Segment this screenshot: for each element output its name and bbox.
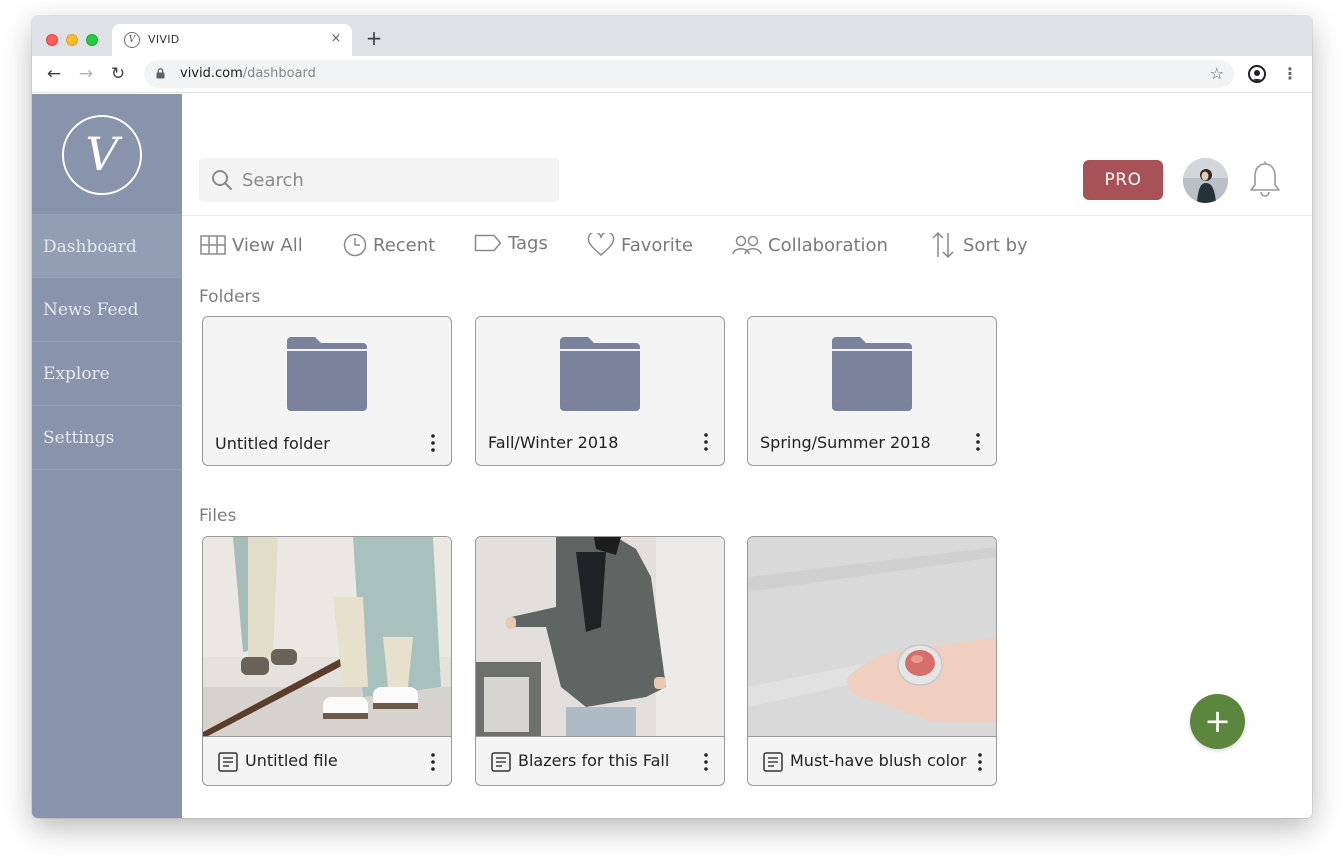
filter-label: View All [232,234,303,256]
browser-toolbar: ← → ↻ vivid.com/dashboard ☆ ⋮ [32,56,1312,93]
sidebar-item-dashboard[interactable]: Dashboard [32,214,182,278]
filter-label: Collaboration [768,234,888,256]
zoom-window-button[interactable] [86,34,98,46]
document-icon [491,752,511,772]
sidebar-item-settings[interactable]: Settings [32,406,182,470]
vivid-logo[interactable]: V [62,115,142,195]
folder-icon [832,337,912,411]
file-thumbnail [476,537,724,736]
more-options-icon[interactable] [698,432,714,452]
filter-label: Favorite [621,234,693,256]
browser-tab[interactable]: V VIVID × [112,24,352,56]
people-icon [732,235,762,255]
document-icon [763,752,783,772]
url-text: vivid.com/dashboard [180,66,316,81]
main-content: Search PRO View All Recent Tags Favorite… [182,94,1312,818]
forward-button[interactable]: → [76,64,96,84]
close-window-button[interactable] [46,34,58,46]
folder-card[interactable]: Untitled folder [202,316,452,466]
browser-menu-icon[interactable]: ⋮ [1282,64,1298,84]
folder-name: Spring/Summer 2018 [760,433,931,452]
file-name: Untitled file [245,751,338,770]
sidebar: V Dashboard News Feed Explore Settings [32,94,182,818]
header-divider [182,215,1312,216]
grid-icon [200,235,226,255]
tab-title: VIVID [148,33,180,46]
folders-heading: Folders [199,287,261,307]
sidebar-item-explore[interactable]: Explore [32,342,182,406]
tab-close-icon[interactable]: × [328,31,344,47]
folder-name: Untitled folder [215,434,330,453]
search-placeholder: Search [242,170,304,191]
browser-profile-icon[interactable] [1248,65,1266,83]
clock-icon [343,233,367,257]
sidebar-item-news-feed[interactable]: News Feed [32,278,182,342]
document-icon [218,752,238,772]
file-card[interactable]: Must-have blush color [747,536,997,786]
filter-bar: View All Recent Tags Favorite Collaborat… [200,230,1100,260]
file-card[interactable]: Untitled file [202,536,452,786]
filter-tags[interactable]: Tags [474,228,548,258]
more-options-icon[interactable] [698,752,714,772]
folder-icon [560,337,640,411]
url-path: /dashboard [242,66,316,81]
folder-name: Fall/Winter 2018 [488,433,619,452]
add-button[interactable]: + [1190,694,1245,749]
folder-icon [287,337,367,411]
folder-card[interactable]: Fall/Winter 2018 [475,316,725,466]
favicon-icon: V [124,32,140,48]
file-name: Must-have blush color [790,751,967,770]
filter-label: Recent [373,234,436,256]
more-options-icon[interactable] [425,752,441,772]
heart-icon [587,233,615,256]
pro-button[interactable]: PRO [1083,160,1163,200]
filter-favorite[interactable]: Favorite [587,230,693,260]
file-footer: Blazers for this Fall [476,736,724,785]
bookmark-star-icon[interactable]: ☆ [1210,64,1224,83]
files-heading: Files [199,506,237,526]
address-bar[interactable]: vivid.com/dashboard ☆ [144,60,1234,88]
tab-bar: V VIVID × + [32,16,1312,56]
folder-card[interactable]: Spring/Summer 2018 [747,316,997,466]
file-card[interactable]: Blazers for this Fall [475,536,725,786]
filter-view-all[interactable]: View All [200,230,303,260]
more-options-icon[interactable] [425,433,441,453]
minimize-window-button[interactable] [66,34,78,46]
filter-sort-by[interactable]: Sort by [931,230,1028,260]
avatar[interactable] [1183,158,1228,203]
browser-window: V VIVID × + ← → ↻ vivid.com/dashboard ☆ … [32,16,1312,818]
search-input[interactable]: Search [199,158,559,202]
url-host: vivid.com [180,66,243,81]
filter-label: Sort by [963,234,1028,256]
reload-button[interactable]: ↻ [108,64,128,84]
filter-label: Tags [508,232,548,254]
file-thumbnail [748,537,996,736]
tag-icon [474,234,502,252]
new-tab-button[interactable]: + [364,28,384,48]
search-icon [212,170,232,190]
file-footer: Untitled file [203,736,451,785]
bell-icon[interactable] [1248,161,1282,199]
lock-icon [156,68,165,79]
file-name: Blazers for this Fall [518,751,670,770]
more-options-icon[interactable] [970,432,986,452]
more-options-icon[interactable] [972,752,988,772]
back-button[interactable]: ← [44,64,64,84]
sidebar-nav: Dashboard News Feed Explore Settings [32,214,182,470]
filter-recent[interactable]: Recent [343,230,435,260]
file-thumbnail [203,537,451,736]
filter-collaboration[interactable]: Collaboration [732,230,888,260]
file-footer: Must-have blush color [748,736,996,785]
sort-icon [932,231,954,259]
